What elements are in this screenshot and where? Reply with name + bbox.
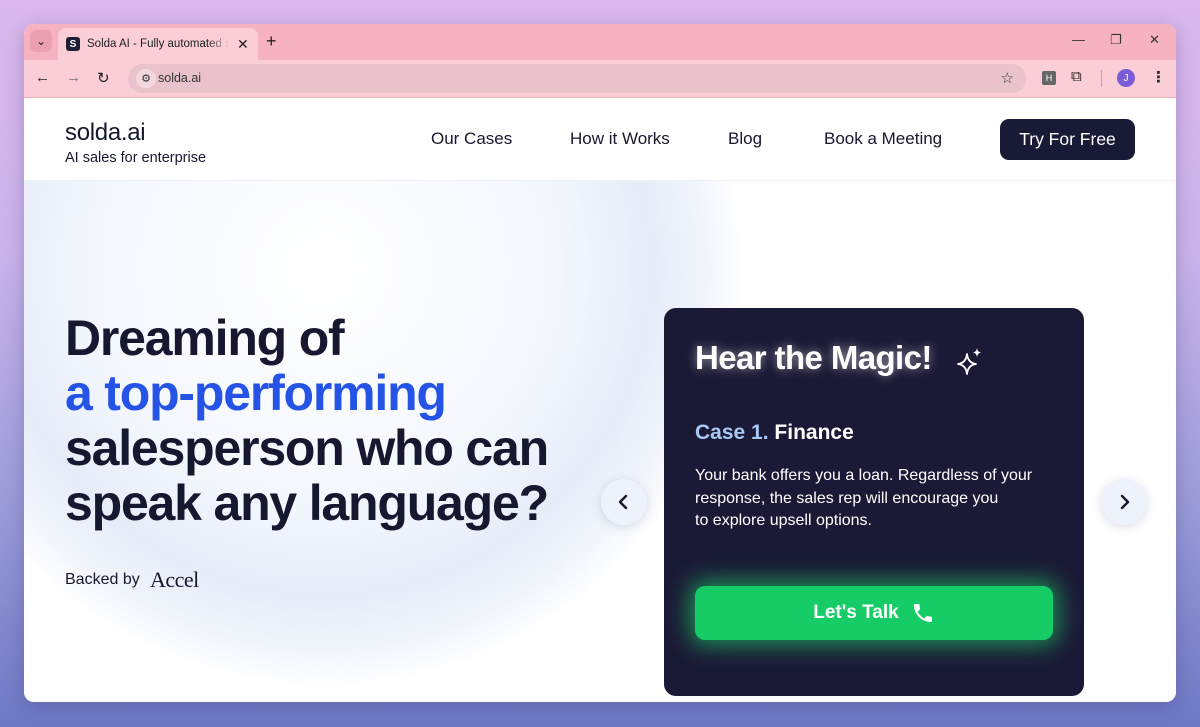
minimize-icon[interactable]: — (1072, 32, 1085, 47)
demo-case-card: Hear the Magic! Case 1. Finance Your ban… (664, 308, 1084, 696)
tab-search-button[interactable]: ⌄ (30, 30, 52, 52)
browser-window: ⌄ S Solda AI - Fully automated sales ✕ +… (24, 24, 1176, 702)
nav-our-cases[interactable]: Our Cases (431, 129, 512, 149)
nav-book-meeting[interactable]: Book a Meeting (824, 129, 942, 149)
site-info-icon[interactable]: ⚙ (136, 69, 156, 88)
case-heading: Case 1. Finance (695, 421, 854, 445)
site-tagline: AI sales for enterprise (65, 150, 207, 166)
tab-title: Solda AI - Fully automated sales (87, 38, 229, 50)
page-content: solda.ai AI sales for enterprise Our Cas… (24, 99, 1176, 702)
case-category: Finance (774, 421, 854, 444)
active-tab[interactable]: S Solda AI - Fully automated sales ✕ (58, 28, 258, 60)
bookmark-star-icon[interactable]: ☆ (1001, 69, 1014, 87)
case-description-line: to explore upsell options. (695, 512, 872, 529)
back-icon[interactable]: ← (35, 69, 50, 86)
case-description-line: response, the sales rep will encourage y… (695, 489, 999, 507)
close-window-icon[interactable]: ✕ (1149, 32, 1160, 48)
browser-menu-icon[interactable]: ⋮ (1151, 68, 1166, 86)
tab-bar: ⌄ S Solda AI - Fully automated sales ✕ +… (24, 24, 1176, 60)
favicon-icon: S (66, 37, 80, 51)
site-header: solda.ai AI sales for enterprise Our Cas… (24, 99, 1176, 181)
chevron-right-icon (1120, 494, 1130, 510)
nav-how-it-works[interactable]: How it Works (570, 129, 670, 149)
url-text[interactable]: solda.ai (158, 71, 201, 85)
extension-h-icon[interactable]: H (1042, 71, 1056, 85)
hero-title-line-2: a top-performing (65, 365, 447, 421)
lets-talk-button[interactable]: Let's Talk (695, 586, 1053, 640)
hero-title-line-4: speak any language? (65, 475, 549, 531)
nav-blog[interactable]: Blog (728, 129, 762, 149)
extensions-puzzle-icon[interactable]: ⧉ (1071, 68, 1082, 85)
site-logo[interactable]: solda.ai (65, 119, 146, 147)
phone-icon (913, 604, 932, 622)
chevron-left-icon (618, 494, 628, 510)
profile-avatar[interactable]: J (1117, 69, 1135, 87)
lets-talk-label: Let's Talk (813, 602, 899, 623)
restore-icon[interactable]: ❐ (1110, 32, 1122, 48)
case-description-line: Your bank offers you a loan. Regardless … (695, 467, 1033, 484)
hero-title-line-1: Dreaming of (65, 310, 345, 366)
forward-icon[interactable]: → (66, 69, 81, 86)
card-title: Hear the Magic! (695, 339, 932, 376)
toolbar-divider (1101, 70, 1102, 87)
tab-close-icon[interactable]: ✕ (237, 36, 249, 53)
case-number: Case 1. (695, 421, 769, 444)
new-tab-button[interactable]: + (266, 31, 277, 52)
investor-logo: Accel (150, 567, 199, 592)
browser-toolbar: ← → ↻ ⚙ solda.ai ☆ H ⧉ J ⋮ (24, 60, 1176, 98)
hero-title-line-3: salesperson who can (65, 420, 549, 476)
backed-by-label: Backed by (65, 571, 140, 588)
case-description: Your bank offers you a loan. Regardless … (695, 465, 1055, 533)
carousel-next-button[interactable] (1101, 479, 1147, 525)
address-bar[interactable]: ⚙ solda.ai ☆ (128, 64, 1026, 93)
sparkle-icon (957, 348, 981, 375)
try-for-free-button[interactable]: Try For Free (1000, 119, 1135, 160)
carousel-prev-button[interactable] (601, 479, 647, 525)
reload-icon[interactable]: ↻ (97, 69, 110, 87)
